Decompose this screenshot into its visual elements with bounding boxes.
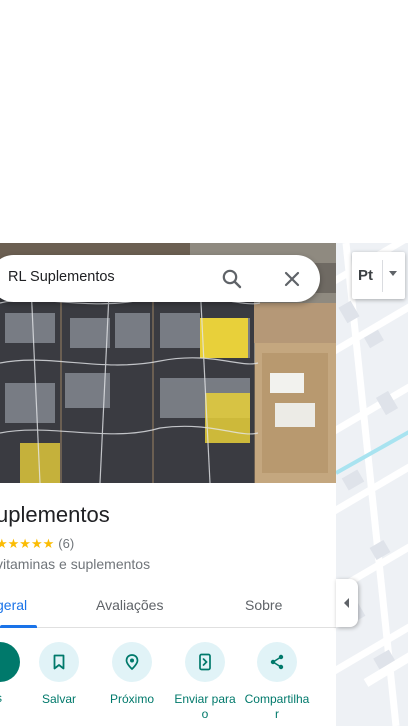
save-label: Salvar	[41, 692, 76, 706]
layer-label: Pt	[358, 267, 373, 284]
layer-control[interactable]: Pt	[352, 252, 405, 299]
share-icon	[270, 654, 284, 670]
collapse-panel-button[interactable]	[336, 579, 358, 627]
rating-row[interactable]: ★★★★★ (6)	[0, 536, 74, 552]
place-panel: uplementos ★★★★★ (6) vitaminas e suplemen…	[0, 483, 336, 726]
search-input[interactable]: RL Suplementos	[8, 269, 115, 285]
nearby-icon	[125, 654, 139, 671]
search-icon[interactable]	[220, 267, 244, 291]
tab-reviews[interactable]: Avaliações	[96, 597, 163, 613]
send-to-phone-icon	[199, 653, 211, 671]
nearby-label: Próximo	[109, 692, 154, 706]
save-button[interactable]: Salvar	[24, 642, 94, 707]
map-view[interactable]	[336, 243, 408, 726]
tab-indicator	[0, 625, 37, 628]
dropdown-arrow-icon[interactable]	[389, 271, 397, 276]
send-label-line1: Enviar para	[174, 692, 236, 706]
share-label: Compartilha r	[242, 692, 312, 722]
share-label-line2: r	[275, 707, 279, 721]
review-count[interactable]: (6)	[58, 536, 74, 551]
send-label: Enviar para o	[170, 692, 240, 722]
share-button[interactable]: Compartilha r	[242, 642, 312, 722]
rating-stars-icon: ★★★★★	[0, 536, 55, 551]
share-label-line1: Compartilha	[244, 692, 310, 706]
maps-screen: RL Suplementos Pt uplementos ★★★★★ (6) vi…	[0, 0, 408, 726]
directions-icon	[0, 642, 20, 682]
send-to-phone-button[interactable]: Enviar para o	[170, 642, 240, 722]
tab-about[interactable]: Sobre	[245, 597, 282, 613]
tab-bar: geral Avaliações Sobre	[0, 591, 336, 628]
nearby-button[interactable]: Próximo	[97, 642, 167, 707]
directions-label: s	[0, 691, 2, 705]
place-category[interactable]: vitaminas e suplementos	[0, 556, 150, 572]
directions-button[interactable]	[0, 642, 20, 682]
chevron-left-icon	[344, 598, 349, 608]
bookmark-icon	[53, 654, 65, 670]
tab-overview[interactable]: geral	[0, 597, 27, 613]
send-label-line2: o	[201, 707, 209, 721]
search-box[interactable]: RL Suplementos	[0, 255, 320, 302]
close-icon[interactable]	[282, 269, 302, 289]
place-title: uplementos	[0, 502, 110, 527]
divider	[382, 260, 383, 292]
